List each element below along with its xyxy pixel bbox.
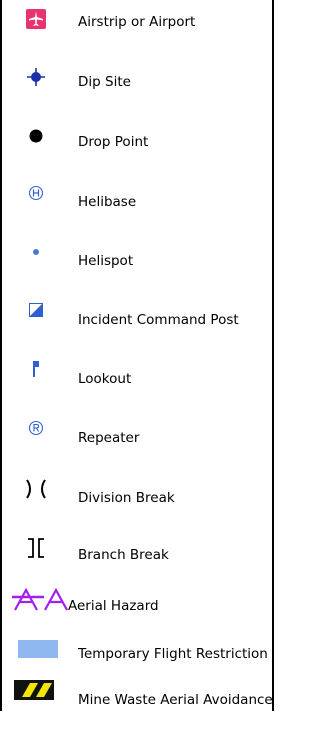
legend-label: Mine Waste Aerial Avoidance — [78, 692, 273, 708]
drop-point-dot-icon — [14, 121, 58, 151]
legend-label: Airstrip or Airport — [78, 14, 196, 30]
legend-item-dip-site: Dip Site — [2, 58, 272, 116]
legend-item-mine-waste-aerial-avoidance: Mine Waste Aerial Avoidance — [2, 673, 273, 731]
division-break-icon — [14, 474, 58, 504]
legend-label: Division Break — [78, 490, 175, 506]
legend-item-incident-command-post: Incident Command Post — [2, 292, 272, 350]
legend-label: Incident Command Post — [78, 312, 239, 328]
legend-item-repeater: Repeater — [2, 410, 272, 468]
legend-item-lookout: Lookout — [2, 351, 272, 409]
airplane-icon — [14, 4, 58, 34]
legend-item-branch-break: Branch Break — [2, 527, 272, 585]
legend-item-division-break: Division Break — [2, 468, 272, 526]
helibase-circled-h-icon — [14, 178, 58, 208]
dip-site-crosshair-icon — [14, 62, 58, 92]
legend-label: Helibase — [78, 194, 137, 210]
flight-restriction-swatch-icon — [16, 634, 60, 664]
command-post-flag-icon — [14, 295, 58, 325]
legend-item-helibase: Helibase — [2, 175, 272, 233]
legend-label: Dip Site — [78, 74, 131, 90]
legend-label: Helispot — [78, 253, 134, 269]
legend-label: Repeater — [78, 430, 140, 446]
map-legend: Airstrip or Airport Dip Site Drop Point — [0, 0, 274, 711]
legend-item-airstrip: Airstrip or Airport — [2, 0, 272, 58]
lookout-flag-icon — [14, 354, 58, 384]
legend-label: Branch Break — [78, 547, 169, 563]
helispot-dot-icon — [14, 237, 58, 267]
legend-item-helispot: Helispot — [2, 234, 272, 292]
legend-label: Drop Point — [78, 134, 149, 150]
aerial-hazard-icon — [12, 585, 74, 615]
legend-item-drop-point: Drop Point — [2, 117, 272, 175]
legend-label: Aerial Hazard — [68, 598, 159, 614]
mine-waste-swatch-icon — [12, 675, 56, 705]
legend-label: Temporary Flight Restriction — [78, 646, 268, 662]
repeater-circled-r-icon — [14, 413, 58, 443]
branch-break-icon — [14, 533, 58, 563]
legend-label: Lookout — [78, 371, 132, 387]
